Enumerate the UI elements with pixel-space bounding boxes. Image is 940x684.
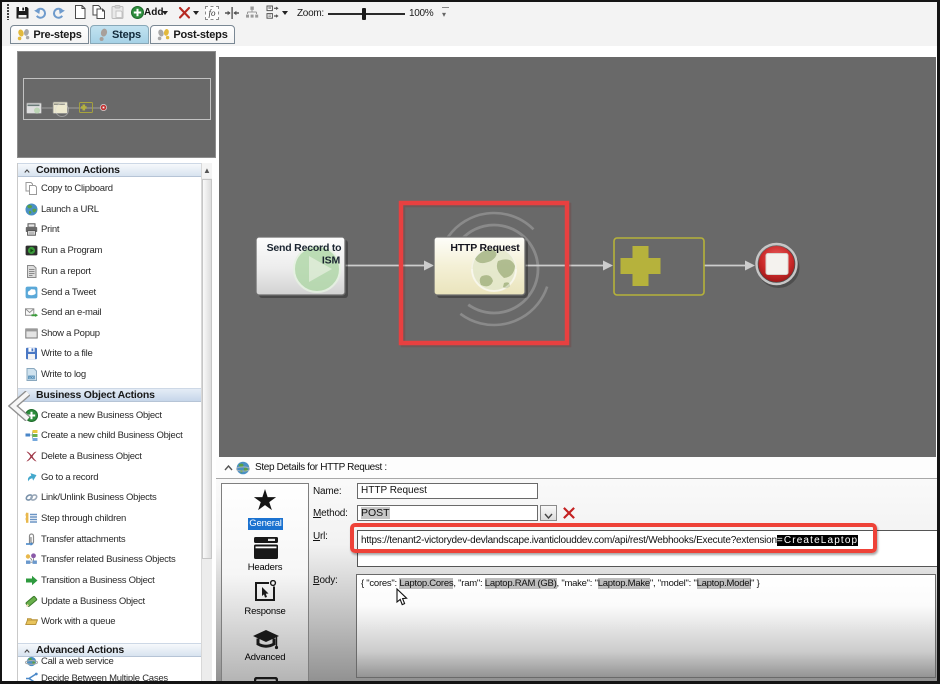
svg-text:Send Record to: Send Record to bbox=[267, 242, 342, 254]
svg-text:LOG: LOG bbox=[29, 376, 34, 380]
svg-text:HTTP Request: HTTP Request bbox=[450, 242, 520, 254]
svg-text:ISM: ISM bbox=[322, 255, 341, 267]
